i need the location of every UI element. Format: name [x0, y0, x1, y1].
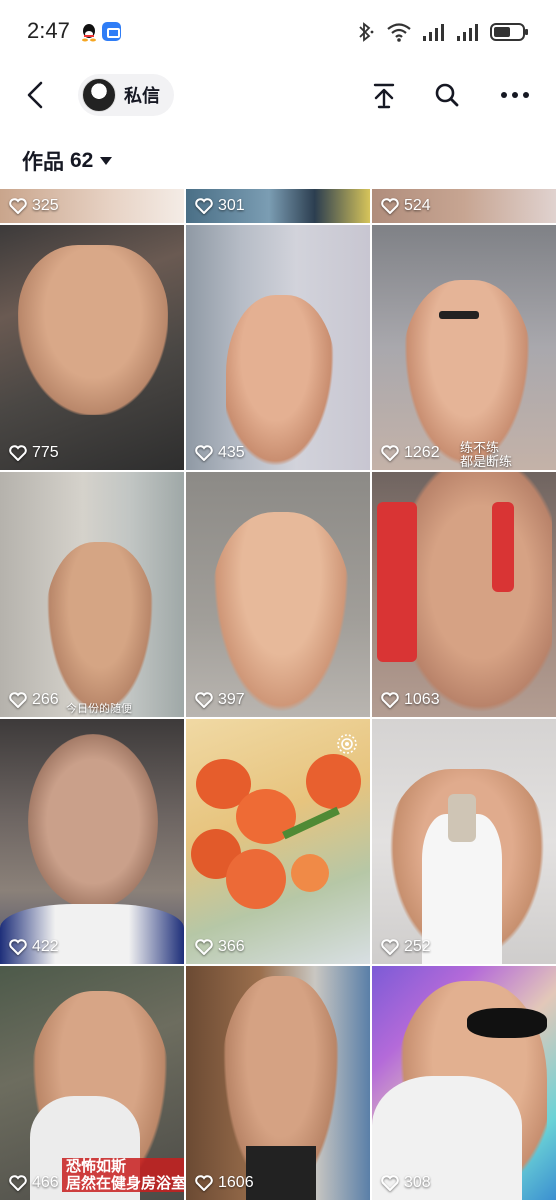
- red-strap-shape: [492, 502, 514, 592]
- heart-icon: [381, 692, 399, 708]
- top-navigation: 私信: [0, 62, 556, 128]
- thumbnail-image: [18, 245, 168, 415]
- private-message-button[interactable]: 私信: [78, 74, 174, 116]
- status-icons: [354, 20, 530, 44]
- shorts-shape: [246, 1146, 316, 1200]
- wifi-icon: [387, 23, 411, 42]
- thumbnail-image: [45, 542, 155, 717]
- like-count: 1606: [195, 1174, 254, 1192]
- private-message-label: 私信: [124, 86, 160, 106]
- search-icon: [435, 83, 459, 107]
- heart-icon: [9, 198, 27, 214]
- back-arrow-icon: [27, 81, 43, 109]
- dropdown-triangle-icon: [100, 157, 113, 165]
- search-button[interactable]: [430, 78, 464, 112]
- like-count: 775: [9, 444, 59, 462]
- like-count: 422: [9, 938, 59, 956]
- video-tile[interactable]: 422: [0, 719, 184, 964]
- like-count: 524: [381, 197, 431, 215]
- heart-icon: [195, 692, 213, 708]
- like-count: 1262: [381, 444, 440, 462]
- heart-icon: [195, 1175, 213, 1191]
- share-button[interactable]: [367, 78, 401, 112]
- rose-shape: [226, 849, 286, 909]
- heart-icon: [381, 939, 399, 955]
- video-tile[interactable]: 练不练 都是断练 1262: [372, 225, 556, 470]
- sunglasses-shape: [467, 1008, 547, 1038]
- more-dots-icon: [501, 92, 529, 98]
- works-grid: 325 301 524 775 435 练不练 都是断练 1262 今日份的随便…: [0, 189, 556, 1200]
- heart-icon: [9, 692, 27, 708]
- share-icon: [373, 83, 395, 109]
- qq-icon: [82, 24, 96, 42]
- video-caption: 今日份的随便: [66, 703, 132, 715]
- thumbnail-image: [211, 512, 351, 717]
- heart-icon: [195, 198, 213, 214]
- heart-icon: [381, 1175, 399, 1191]
- heart-icon: [381, 445, 399, 461]
- heart-icon: [381, 198, 399, 214]
- video-caption: 练不练 都是断练: [460, 440, 513, 469]
- like-count: 366: [195, 938, 245, 956]
- video-tile[interactable]: 775: [0, 225, 184, 470]
- signal-icon-1: [423, 24, 444, 41]
- back-button[interactable]: [18, 76, 52, 114]
- video-tile[interactable]: 252: [372, 719, 556, 964]
- like-count: 1063: [381, 691, 440, 709]
- video-tile[interactable]: 435: [186, 225, 370, 470]
- video-caption: 恐怖如斯 居然在健身房浴室: [62, 1158, 184, 1192]
- works-count: 62: [70, 149, 94, 172]
- video-tile[interactable]: 301: [186, 189, 370, 223]
- sunglasses-shape: [439, 311, 479, 319]
- like-count: 252: [381, 938, 431, 956]
- like-count: 308: [381, 1174, 431, 1192]
- video-tile[interactable]: 524: [372, 189, 556, 223]
- video-tile[interactable]: 308: [372, 966, 556, 1200]
- live-photo-icon: [337, 734, 357, 754]
- video-tile[interactable]: 1606: [186, 966, 370, 1200]
- rose-shape: [291, 854, 329, 892]
- heart-icon: [195, 939, 213, 955]
- red-strap-shape: [377, 502, 417, 662]
- thumbnail-image: [28, 734, 158, 909]
- status-bar: 2:47: [0, 0, 556, 62]
- bluetooth-icon: [359, 22, 374, 42]
- app-notification-icon: [102, 22, 121, 41]
- status-time: 2:47: [27, 18, 70, 43]
- video-tile[interactable]: 325: [0, 189, 184, 223]
- video-tile[interactable]: 1063: [372, 472, 556, 717]
- like-count: 435: [195, 444, 245, 462]
- works-title: 作品: [22, 151, 64, 174]
- works-tab-header[interactable]: 作品 62: [22, 146, 113, 176]
- like-count: 301: [195, 197, 245, 215]
- rose-shape: [306, 754, 361, 809]
- signal-icon-2: [457, 24, 478, 41]
- like-count: 266: [9, 691, 59, 709]
- more-button[interactable]: [498, 78, 532, 112]
- heart-icon: [195, 445, 213, 461]
- video-tile[interactable]: 397: [186, 472, 370, 717]
- phone-shape: [448, 794, 476, 842]
- heart-icon: [9, 1175, 27, 1191]
- video-tile[interactable]: 今日份的随便 266: [0, 472, 184, 717]
- heart-icon: [9, 939, 27, 955]
- like-count: 397: [195, 691, 245, 709]
- like-count: 325: [9, 197, 59, 215]
- avatar: [82, 78, 116, 112]
- battery-icon: [490, 23, 528, 41]
- like-count: 466: [9, 1174, 59, 1192]
- heart-icon: [9, 445, 27, 461]
- video-tile[interactable]: 恐怖如斯 居然在健身房浴室 466: [0, 966, 184, 1200]
- video-tile[interactable]: 366: [186, 719, 370, 964]
